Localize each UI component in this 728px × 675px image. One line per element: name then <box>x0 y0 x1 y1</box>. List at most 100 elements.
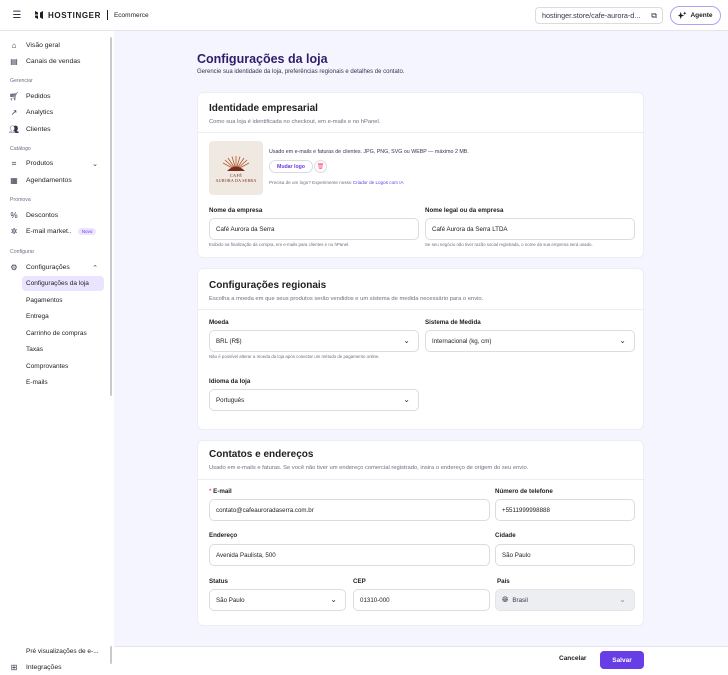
cancel-button[interactable]: Cancelar <box>559 655 586 662</box>
sidebar-item-label: Analytics <box>26 109 54 116</box>
chevron-down-icon: ⌄ <box>619 336 626 345</box>
logo-maker-hint: Precisa de um logo? Experimente nosso Cr… <box>269 180 404 186</box>
sidebar-item-label: Configurações <box>26 264 70 271</box>
identity-title: Identidade empresarial <box>209 103 318 114</box>
chevron-up-icon: ⌃ <box>92 264 98 272</box>
store-logo-image[interactable]: CAFÉ AURORA DA SERRA <box>209 141 263 195</box>
sidebar-subitem-entrega[interactable]: Entrega <box>22 309 104 324</box>
state-label: Status <box>209 578 228 585</box>
trash-icon: 🗑︎ <box>316 164 325 170</box>
language-value: Português <box>216 396 245 404</box>
chevron-down-icon: ⌄ <box>619 595 626 604</box>
sidebar-item-produtos[interactable]: ⌗ Produtos ⌄ <box>8 156 104 171</box>
card-divider <box>198 309 645 310</box>
cep-input[interactable]: 01310-000 <box>353 589 490 611</box>
sidebar-item-analytics[interactable]: ↗ Analytics <box>8 105 104 120</box>
country-select[interactable]: 🌐︎ Brasil ⌄ <box>495 589 635 611</box>
city-label: Cidade <box>495 532 516 539</box>
product-name: Ecommerce <box>113 11 149 19</box>
top-bar: ☰ HOSTINGER Ecommerce hostinger.store/ca… <box>0 0 728 31</box>
required-marker: * <box>209 488 212 495</box>
legal-name-input[interactable]: Café Aurora da Serra LTDA <box>425 218 635 240</box>
sidebar-scrollbar-bottom[interactable] <box>110 646 112 664</box>
new-badge: Novo <box>77 228 97 235</box>
section-gerenciar: Gerenciar <box>10 78 33 84</box>
sidebar-item-label: Pedidos <box>26 93 51 100</box>
legal-name-label: Nome legal ou da empresa <box>425 207 504 214</box>
currency-label: Moeda <box>209 319 229 326</box>
sidebar-subitem-emails[interactable]: E-mails <box>22 375 104 390</box>
globe-icon: 🌐︎ <box>502 595 509 604</box>
state-value: São Paulo <box>216 596 245 604</box>
sparkle-icon <box>678 11 688 20</box>
city-input[interactable]: São Paulo <box>495 544 635 566</box>
currency-hint: Não é possível alterar a moeda da loja a… <box>209 354 380 359</box>
logo-text-aurora: AURORA DA SERRA <box>215 177 257 183</box>
language-select[interactable]: Português ⌄ <box>209 389 419 411</box>
cart-icon: 🛒︎ <box>8 92 20 101</box>
sidebar-subitem-comprovantes[interactable]: Comprovantes <box>22 359 104 374</box>
hamburger-menu-icon[interactable]: ☰ <box>9 7 25 23</box>
measure-select[interactable]: Internacional (kg, cm) ⌄ <box>425 330 635 352</box>
sidebar-item-label: Clientes <box>26 126 51 133</box>
card-divider <box>198 479 645 480</box>
logo-maker-link[interactable]: Criador de Logos com IA <box>353 180 404 185</box>
hostinger-logo-icon <box>35 11 43 19</box>
percent-icon: % <box>10 211 18 220</box>
phone-input[interactable]: +5511999998888 <box>495 499 635 521</box>
page-subtitle: Gerencie sua identidade da loja, preferê… <box>197 69 405 75</box>
store-url-text: hostinger.store/cafe-aurora-d... <box>542 11 641 20</box>
sidebar-item-canais-de-vendas[interactable]: ▤ Canais de vendas <box>8 54 104 69</box>
sidebar-item-descontos[interactable]: % Descontos <box>8 208 104 223</box>
currency-value: BRL (R$) <box>216 337 242 345</box>
state-select[interactable]: São Paulo ⌄ <box>209 589 346 611</box>
sidebar-item-clientes[interactable]: 👥︎ Clientes <box>8 122 104 137</box>
chevron-down-icon: ⌄ <box>403 395 410 404</box>
sidebar-item-label: Descontos <box>26 212 59 219</box>
card-divider <box>198 132 645 133</box>
section-promova: Promova <box>10 197 31 203</box>
regional-description: Escolha a moeda em que seus produtos ser… <box>209 296 484 302</box>
users-icon: 👥︎ <box>8 125 20 134</box>
sidebar-subitem-email-previews[interactable]: Pré visualizações de e-... <box>22 644 104 659</box>
sidebar-item-integracoes[interactable]: ⊞ Integrações <box>8 660 104 675</box>
sidebar-subitem-pagamentos[interactable]: Pagamentos <box>22 293 104 308</box>
sidebar-item-visao-geral[interactable]: ⌂ Visão geral <box>8 38 104 53</box>
measure-value: Internacional (kg, cm) <box>432 337 492 345</box>
sparkle-gear-icon: ✲ <box>10 227 18 236</box>
contacts-description: Usado em e-mails e faturas. Se você não … <box>209 465 529 471</box>
sidebar-item-configuracoes[interactable]: ⚙ Configurações ⌃ <box>8 260 104 275</box>
delete-logo-button[interactable]: 🗑︎ <box>314 160 327 173</box>
brand-divider <box>106 10 108 20</box>
email-label: * E-mail <box>209 488 232 495</box>
sidebar-subitem-configuracoes-da-loja[interactable]: Configurações da loja <box>22 276 104 291</box>
sidebar-item-email-marketing[interactable]: ✲ E-mail market.. Novo <box>8 224 104 239</box>
company-name-input[interactable]: Café Aurora da Serra <box>209 218 419 240</box>
sidebar-item-label: Canais de vendas <box>26 58 81 65</box>
sidebar-item-pedidos[interactable]: 🛒︎ Pedidos <box>8 89 104 104</box>
currency-select[interactable]: BRL (R$) ⌄ <box>209 330 419 352</box>
store-url-link[interactable]: hostinger.store/cafe-aurora-d... ⧉ <box>535 7 663 24</box>
agent-button[interactable]: Agente <box>670 6 721 25</box>
identity-card: Identidade empresarial Como sua loja é i… <box>197 92 645 258</box>
chevron-down-icon: ⌄ <box>403 336 410 345</box>
sidebar-scrollbar[interactable] <box>110 37 112 396</box>
brand-name: HOSTINGER <box>48 10 101 20</box>
change-logo-button[interactable]: Mudar logo <box>269 160 313 173</box>
sidebar-item-label: Produtos <box>26 160 54 167</box>
sidebar-item-label: Integrações <box>26 664 62 671</box>
email-input[interactable]: contato@cafeauroradaserra.com.br <box>209 499 490 521</box>
sidebar-subitem-carrinho[interactable]: Carrinho de compras <box>22 326 104 341</box>
agent-label: Agente <box>690 12 713 19</box>
phone-label: Número de telefone <box>495 488 553 495</box>
sidebar-item-label: Agendamentos <box>26 177 72 184</box>
sun-logo-icon <box>222 155 250 171</box>
save-button[interactable]: Salvar <box>600 651 644 669</box>
sidebar-item-agendamentos[interactable]: ▦ Agendamentos <box>8 173 104 188</box>
external-link-icon[interactable]: ⧉ <box>651 11 657 21</box>
company-name-label: Nome da empresa <box>209 207 263 214</box>
address-input[interactable]: Avenida Paulista, 500 <box>209 544 490 566</box>
identity-description: Como sua loja é identificada no checkout… <box>209 119 381 125</box>
hostinger-logo[interactable]: HOSTINGER Ecommerce <box>34 10 149 20</box>
sidebar-subitem-taxas[interactable]: Taxas <box>22 342 104 357</box>
